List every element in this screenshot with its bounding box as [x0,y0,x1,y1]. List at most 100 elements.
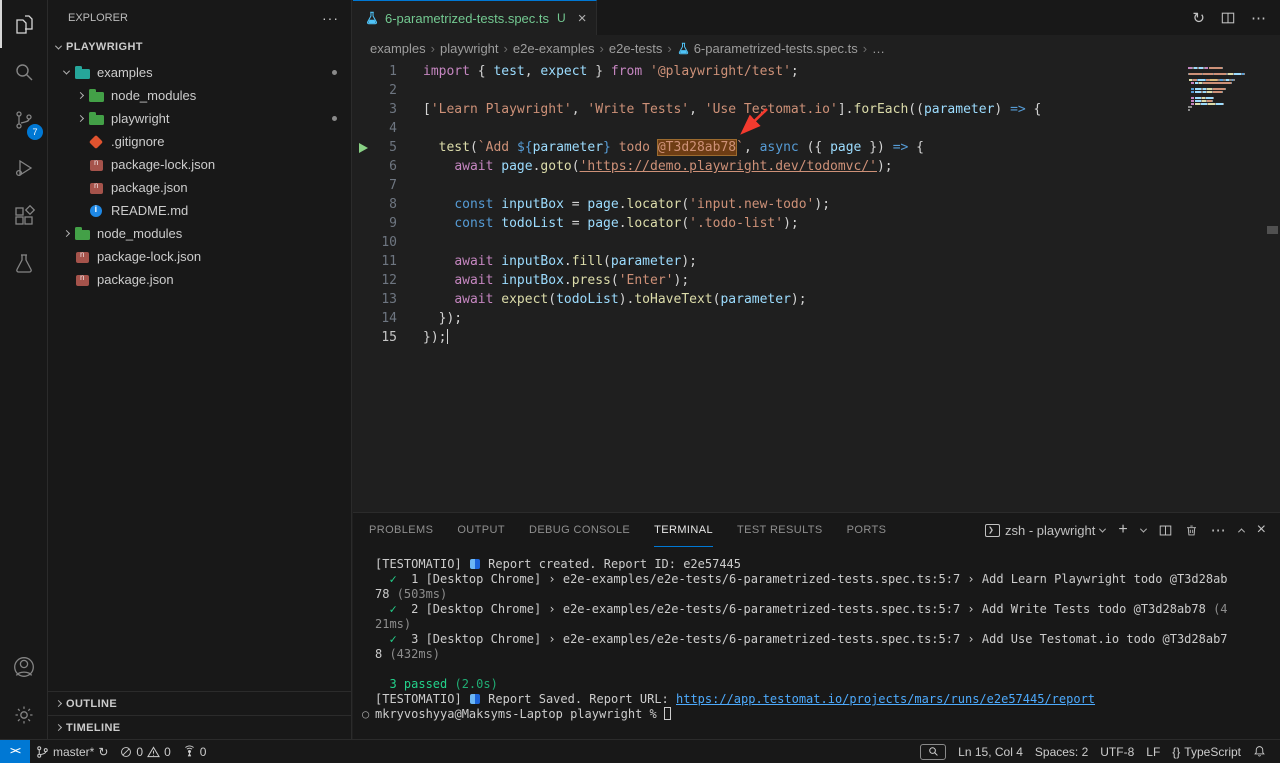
terminal-dropdown-icon[interactable] [1141,528,1146,533]
terminal-profile-select[interactable]: zsh - playwright [985,523,1105,538]
split-terminal-icon[interactable] [1159,524,1172,537]
terminal-line: ✓ 1 [Desktop Chrome] › e2e-examples/e2e-… [375,572,1280,587]
npm-icon [76,252,89,263]
source-control-icon[interactable]: 7 [0,96,47,144]
code-line-8[interactable]: 8 const inputBox = page.locator('input.n… [353,195,1280,214]
explorer-icon[interactable] [0,0,47,48]
line-number: 5 [375,138,397,157]
tree-item-package-lock.json[interactable]: package-lock.json [48,153,351,176]
maximize-panel-icon[interactable] [1239,528,1244,533]
panel-tab-output[interactable]: OUTPUT [457,513,505,547]
terminal-line [375,662,1280,677]
code-line-15[interactable]: 15}); [353,328,1280,347]
close-icon[interactable]: × [578,10,587,27]
breadcrumb-item-e2e-examples[interactable]: e2e-examples [513,41,595,56]
sync-icon: ↻ [98,745,108,759]
tree-item-label: package-lock.json [97,249,201,264]
tree-item-node_modules[interactable]: node_modules [48,222,351,245]
sidebar: EXPLORER ··· PLAYWRIGHT examplesnode_mod… [48,0,352,739]
extensions-icon[interactable] [0,192,47,240]
terminal-icon [985,524,1000,537]
minimap[interactable] [1188,67,1264,112]
breadcrumb-item-…[interactable]: … [872,41,885,56]
code-line-3[interactable]: 3['Learn Playwright', 'Write Tests', 'Us… [353,100,1280,119]
panel-tab-test-results[interactable]: TEST RESULTS [737,513,823,547]
tree-item-examples[interactable]: examples [48,61,351,84]
panel-tab-ports[interactable]: PORTS [847,513,887,547]
code-line-9[interactable]: 9 const todoList = page.locator('.todo-l… [353,214,1280,233]
notifications-item[interactable] [1247,740,1272,763]
code-line-2[interactable]: 2 [353,81,1280,100]
ports-item[interactable]: 0 [177,740,213,763]
code-line-7[interactable]: 7 [353,176,1280,195]
beaker-icon [365,11,379,25]
workspace-section-playwright[interactable]: PLAYWRIGHT [48,35,351,59]
code-line-5[interactable]: 5 test(`Add ${parameter} todo @T3d28ab78… [353,138,1280,157]
code-line-4[interactable]: 4 [353,119,1280,138]
breadcrumb-item-6-parametrized-tests.spec.ts[interactable]: 6-parametrized-tests.spec.ts [677,41,858,56]
language-item[interactable]: {} TypeScript [1166,740,1247,763]
code-line-14[interactable]: 14 }); [353,309,1280,328]
line-number: 15 [375,328,397,347]
editor[interactable]: 1import { test, expect } from '@playwrig… [353,61,1280,512]
panel-tab-debug-console[interactable]: DEBUG CONSOLE [529,513,630,547]
code-line-13[interactable]: 13 await expect(todoList).toHaveText(par… [353,290,1280,309]
report-url-link[interactable]: https://app.testomat.io/projects/mars/ru… [676,692,1095,706]
code-line-11[interactable]: 11 await inputBox.fill(parameter); [353,252,1280,271]
problems-item[interactable]: 0 0 [114,740,176,763]
code-line-1[interactable]: 1import { test, expect } from '@playwrig… [353,62,1280,81]
remote-indicator[interactable]: >< [0,740,30,763]
cursor-position-item[interactable]: Ln 15, Col 4 [952,740,1029,763]
encoding-item[interactable]: UTF-8 [1094,740,1140,763]
account-icon[interactable] [0,643,47,691]
breadcrumb-item-playwright[interactable]: playwright [440,41,499,56]
tree-item-package.json[interactable]: package.json [48,176,351,199]
timeline-section[interactable]: TIMELINE [48,715,351,739]
git-status-badge: U [557,11,566,25]
code-line-6[interactable]: 6 await page.goto('https://demo.playwrig… [353,157,1280,176]
settings-gear-icon[interactable] [0,691,47,739]
tree-item-node_modules[interactable]: node_modules [48,84,351,107]
eol-item[interactable]: LF [1140,740,1166,763]
panel-tab-terminal[interactable]: TERMINAL [654,513,713,547]
explorer-more-actions-icon[interactable]: ··· [322,10,339,26]
terminal-line: 21ms) [375,617,1280,632]
tree-item-playwright[interactable]: playwright [48,107,351,130]
modified-dot-icon [332,116,337,121]
outline-section[interactable]: OUTLINE [48,691,351,715]
tree-item-README.md[interactable]: README.md [48,199,351,222]
terminal[interactable]: [TESTOMATIO] Report created. Report ID: … [353,547,1280,722]
trash-icon[interactable] [1185,524,1198,537]
testing-icon[interactable] [0,240,47,288]
breadcrumb-item-examples[interactable]: examples [370,41,426,56]
terminal-line: 78 (503ms) [375,587,1280,602]
tab-6-parametrized-tests[interactable]: 6-parametrized-tests.spec.ts U × [353,0,597,35]
breadcrumb-item-e2e-tests[interactable]: e2e-tests [609,41,662,56]
code-line-12[interactable]: 12 await inputBox.press('Enter'); [353,271,1280,290]
code-line-10[interactable]: 10 [353,233,1280,252]
tree-item-.gitignore[interactable]: .gitignore [48,130,351,153]
split-editor-icon[interactable] [1221,11,1235,25]
run-debug-icon[interactable] [0,144,47,192]
breadcrumb-separator: › [431,41,435,56]
panel-tab-problems[interactable]: PROBLEMS [369,513,433,547]
panel-more-actions-icon[interactable]: ⋯ [1211,521,1226,539]
editor-group: 6-parametrized-tests.spec.ts U × ↻ ⋯ exa… [353,0,1280,739]
line-number: 6 [375,157,397,176]
text-cursor [447,329,448,344]
git-branch-item[interactable]: master* ↻ [30,740,114,763]
editor-more-actions-icon[interactable]: ⋯ [1251,9,1266,27]
breadcrumb-separator: › [667,41,671,56]
new-terminal-icon[interactable]: + [1118,521,1127,539]
tree-item-package-lock.json[interactable]: package-lock.json [48,245,351,268]
search-icon[interactable] [0,48,47,96]
bell-icon [1253,745,1266,758]
close-panel-icon[interactable]: × [1257,521,1266,539]
run-tests-icon[interactable]: ↻ [1192,9,1205,27]
terminal-line: 3 passed (2.0s) [375,677,1280,692]
run-test-play-icon[interactable] [359,143,368,153]
indentation-item[interactable]: Spaces: 2 [1029,740,1094,763]
tree-item-package.json[interactable]: package.json [48,268,351,291]
beaker-icon [677,42,690,55]
zoom-item[interactable] [914,740,952,763]
